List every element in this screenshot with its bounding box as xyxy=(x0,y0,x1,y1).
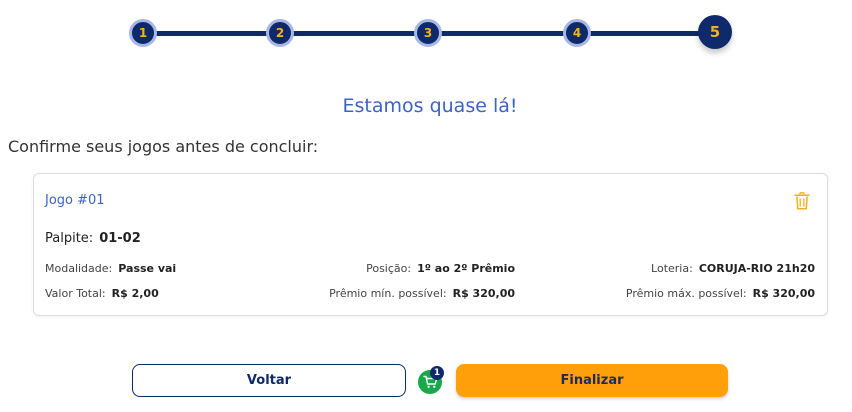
game-card: Jogo #01 Palpite: 01-02 Modalidade: Passe … xyxy=(33,173,828,316)
posicao-label: Posição: xyxy=(366,262,412,275)
finish-button[interactable]: Finalizar xyxy=(456,364,728,397)
modalidade: Modalidade: Passe vai xyxy=(45,262,176,275)
game-details-row-1: Modalidade: Passe vai Posição: 1º ao 2º Pr… xyxy=(45,262,815,278)
valor-total: Valor Total: R$ 2,00 xyxy=(45,287,159,300)
premio-max-value: R$ 320,00 xyxy=(752,287,815,300)
valor-total-value: R$ 2,00 xyxy=(111,287,159,300)
step-4[interactable]: 4 xyxy=(563,19,591,47)
valor-total-label: Valor Total: xyxy=(45,287,106,300)
premio-min: Prêmio mín. possível: R$ 320,00 xyxy=(329,287,515,300)
premio-min-label: Prêmio mín. possível: xyxy=(329,287,447,300)
cart-count-badge: 1 xyxy=(430,366,444,380)
premio-max: Prêmio máx. possível: R$ 320,00 xyxy=(626,287,815,300)
game-details-row-2: Valor Total: R$ 2,00 Prêmio mín. possível… xyxy=(45,287,815,303)
modalidade-label: Modalidade: xyxy=(45,262,113,275)
premio-min-value: R$ 320,00 xyxy=(452,287,515,300)
step-5-active[interactable]: 5 xyxy=(698,15,732,49)
posicao-value: 1º ao 2º Prêmio xyxy=(417,262,515,275)
loteria-value: CORUJA-RIO 21h20 xyxy=(698,262,815,275)
progress-stepper: 1 2 3 4 5 xyxy=(0,0,852,70)
checkout-confirmation-page: 1 2 3 4 5 Estamos quase lá! Confirme seu… xyxy=(0,0,852,412)
palpite-value: 01-02 xyxy=(99,231,141,246)
back-button[interactable]: Voltar xyxy=(132,364,406,397)
palpite: Palpite: 01-02 xyxy=(45,231,141,246)
game-title: Jogo #01 xyxy=(45,193,105,208)
premio-max-label: Prêmio máx. possível: xyxy=(625,287,747,300)
trash-icon[interactable] xyxy=(794,192,810,210)
page-title: Estamos quase lá! xyxy=(342,95,518,117)
loteria: Loteria: CORUJA-RIO 21h20 xyxy=(651,262,815,275)
step-1[interactable]: 1 xyxy=(129,19,157,47)
palpite-label: Palpite: xyxy=(45,231,94,246)
modalidade-value: Passe vai xyxy=(118,262,177,275)
step-3[interactable]: 3 xyxy=(414,19,442,47)
loteria-label: Loteria: xyxy=(651,262,693,275)
page-subtitle: Confirme seus jogos antes de concluir: xyxy=(8,137,319,156)
step-2[interactable]: 2 xyxy=(266,19,294,47)
posicao: Posição: 1º ao 2º Prêmio xyxy=(366,262,515,275)
